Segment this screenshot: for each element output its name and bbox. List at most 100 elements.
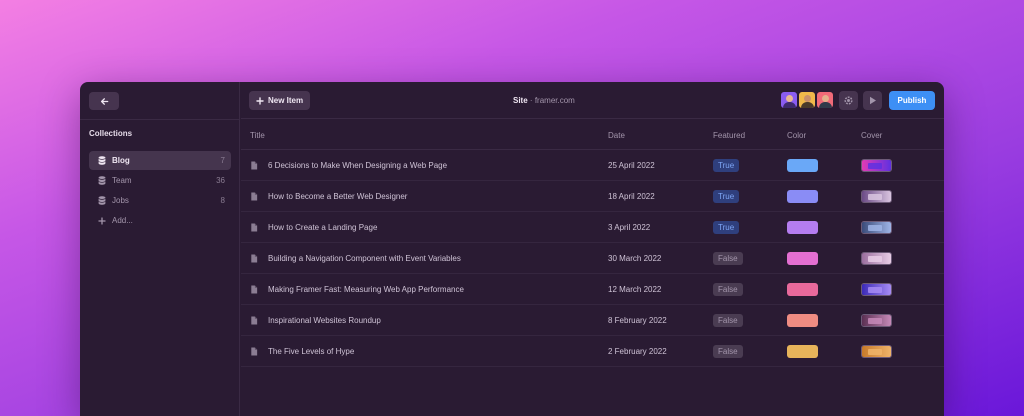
cell-color: [787, 150, 818, 180]
cell-featured: True: [713, 150, 740, 180]
sidebar-item-blog[interactable]: Blog 7: [89, 151, 231, 170]
cell-featured: True: [713, 181, 740, 211]
cell-date: 30 March 2022: [608, 243, 661, 273]
arrow-left-icon: [100, 97, 108, 105]
cell-cover: [861, 243, 892, 273]
column-header-date[interactable]: Date: [608, 131, 625, 140]
cell-date: 2 February 2022: [608, 336, 667, 366]
site-label: Site · framer.com: [513, 96, 575, 105]
collaborator-avatars: [780, 91, 834, 109]
row-date: 25 April 2022: [608, 160, 655, 170]
featured-badge: True: [713, 220, 740, 234]
gear-icon: [844, 96, 853, 105]
row-title: Making Framer Fast: Measuring Web App Pe…: [268, 284, 464, 294]
preview-button[interactable]: [863, 91, 882, 110]
cover-thumbnail: [861, 313, 892, 327]
cell-title: Inspirational Websites Roundup: [250, 305, 381, 335]
document-icon: [251, 160, 258, 170]
new-item-button[interactable]: New Item: [249, 91, 311, 110]
document-icon: [251, 284, 258, 294]
color-swatch: [787, 344, 818, 358]
back-button[interactable]: [89, 92, 119, 110]
row-title: 6 Decisions to Make When Designing a Web…: [268, 160, 448, 170]
settings-button[interactable]: [839, 91, 858, 110]
column-header-cover[interactable]: Cover: [861, 131, 882, 140]
row-date: 8 February 2022: [608, 315, 667, 325]
row-date: 12 March 2022: [608, 284, 662, 294]
table-row[interactable]: Inspirational Websites Roundup 8 February…: [241, 305, 944, 336]
plus-icon: [97, 216, 107, 226]
cell-title: How to Become a Better Web Designer: [250, 181, 407, 211]
featured-badge: True: [713, 158, 740, 172]
color-swatch: [787, 251, 818, 265]
new-item-label: New Item: [268, 96, 304, 105]
row-title: Building a Navigation Component with Eve…: [268, 253, 461, 263]
color-swatch: [787, 220, 818, 234]
table-row[interactable]: Making Framer Fast: Measuring Web App Pe…: [241, 274, 944, 305]
sidebar-item-label: Jobs: [112, 196, 129, 205]
publish-button[interactable]: Publish: [889, 91, 935, 110]
sidebar-item-team[interactable]: Team 36: [89, 171, 231, 190]
document-icon: [251, 222, 258, 232]
table-row[interactable]: How to Create a Landing Page 3 April 2022…: [241, 212, 944, 243]
cell-title: Making Framer Fast: Measuring Web App Pe…: [250, 274, 464, 304]
sidebar: Collections Blog 7 Team 36 Jobs 8 Add...: [80, 82, 240, 416]
cell-date: 12 March 2022: [608, 274, 661, 304]
column-header-color[interactable]: Color: [787, 131, 806, 140]
row-date: 3 April 2022: [608, 222, 651, 232]
sidebar-add-collection[interactable]: Add...: [89, 211, 231, 230]
site-domain: framer.com: [534, 96, 575, 105]
cell-featured: False: [713, 305, 743, 335]
cell-title: Building a Navigation Component with Eve…: [250, 243, 461, 273]
cell-title: The Five Levels of Hype: [250, 336, 354, 366]
sidebar-item-jobs[interactable]: Jobs 8: [89, 191, 231, 210]
cell-color: [787, 243, 818, 273]
play-icon: [869, 96, 876, 105]
cell-cover: [861, 212, 892, 242]
cell-featured: True: [713, 212, 740, 242]
sidebar-item-label: Add...: [112, 216, 133, 225]
plus-icon: [256, 96, 264, 105]
row-date: 18 April 2022: [608, 191, 655, 201]
avatar[interactable]: [816, 91, 834, 109]
document-icon: [251, 253, 258, 263]
avatar[interactable]: [798, 91, 816, 109]
cover-thumbnail: [861, 220, 892, 234]
database-icon: [97, 156, 107, 166]
database-icon: [97, 196, 107, 206]
sidebar-item-count: 36: [216, 176, 225, 185]
sidebar-item-label: Team: [112, 176, 132, 185]
cell-color: [787, 212, 818, 242]
cell-cover: [861, 181, 892, 211]
cell-cover: [861, 150, 892, 180]
column-header-featured[interactable]: Featured: [713, 131, 745, 140]
cell-date: 18 April 2022: [608, 181, 655, 211]
main-panel: New Item Site · framer.com Publish Title…: [241, 82, 944, 416]
topbar: New Item Site · framer.com Publish: [241, 82, 944, 119]
table-row[interactable]: How to Become a Better Web Designer 18 Ap…: [241, 181, 944, 212]
cover-thumbnail: [861, 189, 892, 203]
collections-list: Blog 7 Team 36 Jobs 8 Add...: [89, 151, 231, 231]
site-separator: ·: [529, 96, 533, 105]
cell-color: [787, 274, 818, 304]
cell-title: How to Create a Landing Page: [250, 212, 377, 242]
featured-badge: False: [713, 313, 743, 327]
document-icon: [251, 346, 258, 356]
row-date: 30 March 2022: [608, 253, 662, 263]
color-swatch: [787, 313, 818, 327]
cover-thumbnail: [861, 344, 892, 358]
table-body: 6 Decisions to Make When Designing a Web…: [241, 150, 944, 367]
table-row[interactable]: Building a Navigation Component with Eve…: [241, 243, 944, 274]
table-row[interactable]: 6 Decisions to Make When Designing a Web…: [241, 150, 944, 181]
cell-cover: [861, 305, 892, 335]
database-icon: [97, 176, 107, 186]
column-header-title[interactable]: Title: [250, 131, 265, 140]
table-row[interactable]: The Five Levels of Hype 2 February 2022 Fa…: [241, 336, 944, 367]
cell-featured: False: [713, 336, 743, 366]
cell-color: [787, 181, 818, 211]
sidebar-divider: [80, 119, 239, 120]
avatar[interactable]: [780, 91, 798, 109]
items-table: Title Date Featured Color Cover 6 Decisi…: [241, 120, 944, 367]
featured-badge: False: [713, 344, 743, 358]
sidebar-item-count: 7: [220, 156, 225, 165]
